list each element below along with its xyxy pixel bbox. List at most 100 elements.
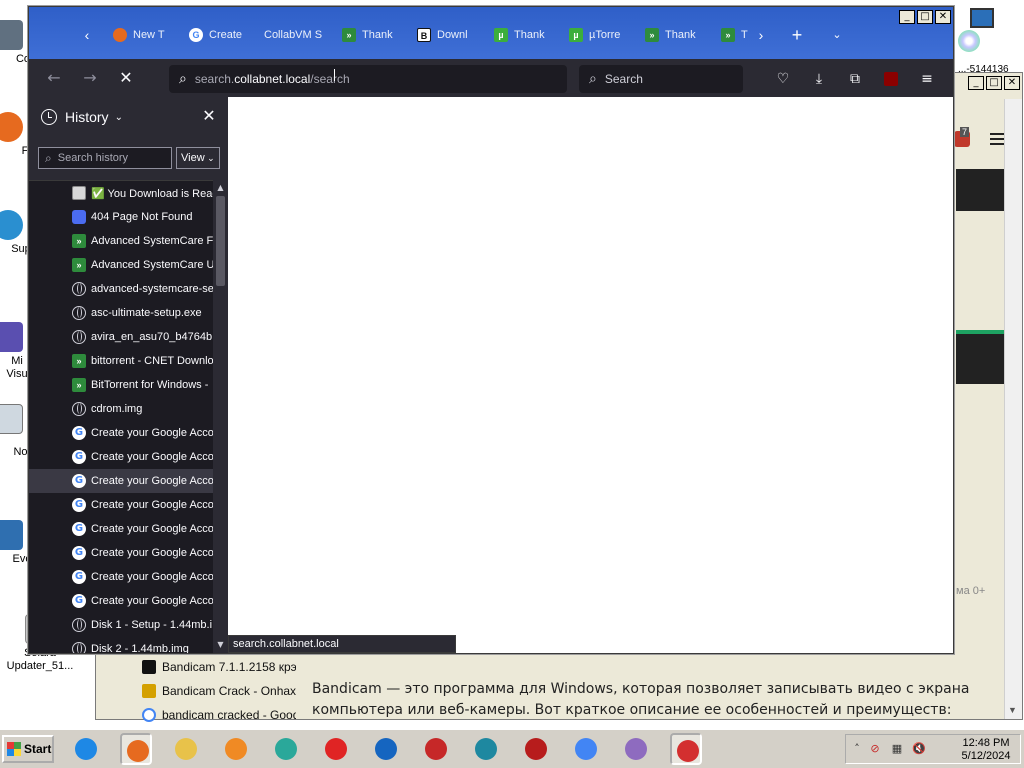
history-list[interactable]: ✅ You Download is Read 404 Page Not Found… (29, 180, 213, 653)
cd-drive-icon[interactable] (956, 8, 996, 56)
downloads-icon[interactable]: ⤓ (809, 69, 829, 89)
taskbar-media-player-button[interactable] (220, 733, 252, 765)
menu-hamburger-icon[interactable]: ≡ (917, 69, 937, 89)
bg-article-paragraph: Bandicam — это программа для Windows, ко… (312, 681, 970, 718)
start-button[interactable]: Start (2, 735, 54, 763)
bg-tab-item[interactable]: Bandicam Crack - Onhax (136, 679, 296, 703)
bg-maximize-button[interactable]: □ (986, 76, 1002, 90)
history-item[interactable]: G Create your Google Acco (29, 541, 213, 565)
taskbar-ccleaner-button[interactable] (370, 733, 402, 765)
history-item[interactable]: G Create your Google Acco (29, 517, 213, 541)
history-item[interactable]: G Create your Google Acco (29, 589, 213, 613)
tab-thank-1[interactable]: » Thank (342, 25, 404, 45)
scroll-down-icon[interactable]: ▼ (1008, 705, 1017, 715)
page-content[interactable] (228, 69, 953, 653)
tab-create[interactable]: G Create (189, 25, 251, 45)
taskbar-red-app-button[interactable] (420, 733, 452, 765)
opera-icon (325, 738, 347, 760)
shield-app-icon (475, 738, 497, 760)
url-bar[interactable]: ⌕ search. collabnet.local/search (169, 65, 567, 93)
history-item[interactable]: ✅ You Download is Read (29, 181, 213, 205)
maximize-button[interactable]: □ (917, 10, 933, 24)
system-tray: ˄ ⊘ ▦ 🔇 12:48 PM 5/12/2024 (845, 734, 1021, 764)
history-item[interactable]: asc-ultimate-setup.exe (29, 301, 213, 325)
scroll-thumb[interactable] (216, 196, 225, 286)
history-item[interactable]: cdrom.img (29, 397, 213, 421)
taskbar-chrome-button[interactable] (570, 733, 602, 765)
history-item[interactable]: G Create your Google Acco (29, 421, 213, 445)
tab-scroll-right-icon[interactable]: › (751, 27, 771, 43)
tab-collabvm[interactable]: CollabVM S (264, 25, 326, 45)
firefox-window[interactable]: _ □ ✕ ‹ New T G Create CollabVM S » Than… (28, 6, 954, 654)
history-item[interactable]: » Advanced SystemCare Fr (29, 229, 213, 253)
scroll-down-icon[interactable]: ▼ (213, 639, 228, 651)
history-item-label: asc-ultimate-setup.exe (91, 307, 202, 319)
tab-strip[interactable]: _ □ ✕ ‹ New T G Create CollabVM S » Than… (29, 7, 953, 59)
close-sidebar-icon[interactable]: ✕ (200, 107, 218, 125)
taskbar-winrar-button[interactable] (620, 733, 652, 765)
bg-tab-item[interactable]: Bandicam 7.1.1.2158 крэ (136, 655, 296, 679)
close-window-button[interactable]: ✕ (935, 10, 951, 24)
new-tab-plus-icon[interactable]: + (787, 26, 807, 44)
taskbar-screen-recorder-button[interactable] (520, 733, 552, 765)
b-icon: B (417, 28, 431, 42)
history-item[interactable]: G Create your Google Acco (29, 469, 213, 493)
volume-muted-icon[interactable]: 🔇 (912, 742, 926, 756)
history-item[interactable]: 404 Page Not Found (29, 205, 213, 229)
chevron-down-icon: ⌄ (114, 111, 123, 123)
bg-tab-item[interactable]: bandicam cracked - Good (136, 703, 296, 727)
green-download-icon: » (72, 378, 86, 392)
tab-new-tab[interactable]: New T (113, 25, 175, 45)
history-search-input[interactable]: ⌕ Search history (38, 147, 172, 169)
history-item[interactable]: » bittorrent - CNET Downlo (29, 349, 213, 373)
bg-scrollbar[interactable]: ▼ (1004, 99, 1022, 719)
back-arrow-icon[interactable]: ← (43, 68, 65, 88)
bg-minimize-button[interactable]: _ (968, 76, 984, 90)
history-item[interactable]: Disk 1 - Setup - 1.44mb.i (29, 613, 213, 637)
tab-thank-2[interactable]: µ Thank (494, 25, 556, 45)
history-item[interactable]: advanced-systemcare-se (29, 277, 213, 301)
history-item[interactable]: G Create your Google Acco (29, 565, 213, 589)
taskbar-shield-app-button[interactable] (470, 733, 502, 765)
tab-thank-4[interactable]: » T (721, 25, 753, 45)
taskbar-bandicam-button[interactable] (670, 733, 702, 765)
list-all-tabs-chevron-icon[interactable]: ⌄ (827, 27, 847, 43)
history-item[interactable]: avira_en_asu70_b4764b (29, 325, 213, 349)
tab-thank-3[interactable]: » Thank (645, 25, 707, 45)
tab-scroll-left-icon[interactable]: ‹ (77, 27, 97, 43)
search-bar[interactable]: ⌕ Search (579, 65, 743, 93)
taskbar-firefox-button[interactable] (120, 733, 152, 765)
tab-download[interactable]: B Downl (417, 25, 479, 45)
history-item[interactable]: G Create your Google Acco (29, 493, 213, 517)
scroll-up-icon[interactable]: ▲ (213, 182, 228, 194)
sidebar-header[interactable]: History ⌄ (29, 97, 228, 137)
stop-loading-icon[interactable]: ✕ (115, 68, 137, 88)
ublock-origin-icon[interactable] (881, 69, 901, 89)
media-player-icon (225, 738, 247, 760)
taskbar-green-globe-button[interactable] (270, 733, 302, 765)
green-globe-icon (275, 738, 297, 760)
bg-close-button[interactable]: ✕ (1004, 76, 1020, 90)
history-item[interactable]: » BitTorrent for Windows - (29, 373, 213, 397)
taskbar-opera-button[interactable] (320, 733, 352, 765)
network-error-icon[interactable]: ⊘ (868, 742, 882, 756)
show-hidden-icons-icon[interactable]: ˄ (850, 742, 864, 756)
clock[interactable]: 12:48 PM 5/12/2024 (958, 737, 1014, 763)
taskbar-internet-explorer-button[interactable] (70, 733, 102, 765)
network-icon[interactable]: ▦ (890, 742, 904, 756)
google-icon: G (72, 474, 86, 488)
ccleaner-icon (375, 738, 397, 760)
history-item[interactable]: G Create your Google Acco (29, 445, 213, 469)
pocket-icon[interactable]: ♡ (773, 69, 793, 89)
taskbar-file-explorer-button[interactable] (170, 733, 202, 765)
history-item-label: Create your Google Acco (91, 475, 213, 487)
history-item[interactable]: Disk 2 - 1.44mb.img (29, 637, 213, 653)
minimize-button[interactable]: _ (899, 10, 915, 24)
bg-menu-icon[interactable] (990, 133, 1004, 145)
forward-arrow-icon[interactable]: → (79, 68, 101, 88)
history-scrollbar[interactable]: ▲ ▼ (213, 180, 228, 653)
history-item[interactable]: » Advanced SystemCare Ul (29, 253, 213, 277)
history-view-dropdown[interactable]: View ⌄ (176, 147, 220, 169)
extensions-puzzle-icon[interactable]: ⧉ (845, 69, 865, 89)
tab-utorrent[interactable]: µ µTorre (569, 25, 631, 45)
